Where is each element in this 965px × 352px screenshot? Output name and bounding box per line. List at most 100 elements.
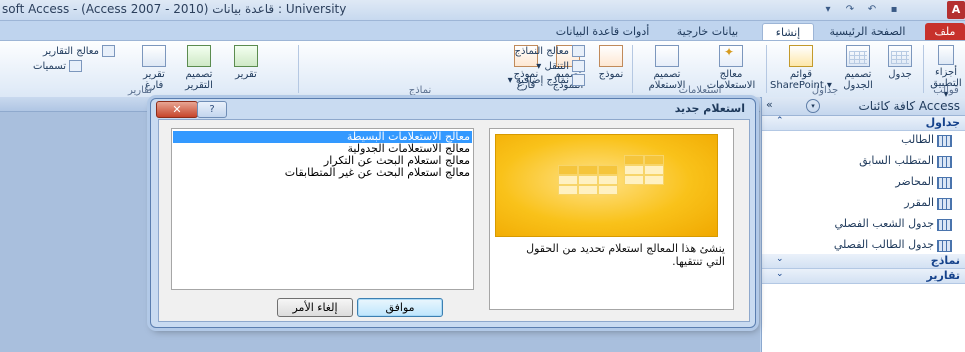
nav-table-item[interactable]: الطالب	[762, 131, 965, 149]
save-icon[interactable]: ▪	[886, 2, 902, 18]
nav-item-label: الطالب	[901, 133, 934, 146]
more-forms-button[interactable]: نماذج إضافية ▾	[508, 74, 585, 86]
report-design-label: تصميم التقرير	[185, 69, 213, 91]
redo-icon[interactable]: ↷	[842, 2, 858, 18]
group-separator	[632, 45, 633, 93]
preview-cell	[598, 175, 618, 185]
ribbon: أجزاء التطبيق ▾ قوالب جدول تصميم الجدول …	[0, 40, 965, 100]
nav-table-item[interactable]: جدول الشعب الفصلي	[762, 215, 965, 233]
navigation-button[interactable]: التنقل ▾	[536, 60, 585, 72]
table-button[interactable]: جدول	[880, 45, 920, 80]
group-queries-label: استعلامات	[678, 85, 722, 96]
group-tables-label: جداول	[811, 85, 839, 96]
query-wizard-list[interactable]: معالج الاستعلامات البسيطة معالج الاستعلا…	[171, 128, 474, 290]
preview-cell	[624, 165, 644, 175]
table-design-icon	[846, 45, 870, 67]
group-forms-label: نماذج	[408, 85, 432, 96]
reports-category[interactable]: تقارير ⌄	[762, 269, 965, 284]
report-design-button[interactable]: تصميم التقرير	[176, 45, 222, 91]
forms-category[interactable]: نماذج ⌄	[762, 254, 965, 269]
access-logo-icon[interactable]: A	[947, 1, 965, 19]
more-forms-label: نماذج إضافية ▾	[507, 75, 569, 86]
table-icon	[937, 156, 952, 168]
preview-cell	[578, 185, 598, 195]
report-wizard-button[interactable]: معالج التقارير	[43, 45, 115, 57]
collapse-tables-icon[interactable]: ⌃	[776, 116, 784, 126]
report-button[interactable]: تقرير	[226, 45, 266, 80]
group-separator	[766, 45, 767, 93]
table-icon	[888, 45, 912, 67]
form-wizard-icon	[572, 45, 585, 57]
nav-table-item[interactable]: جدول الطالب الفصلي	[762, 236, 965, 254]
nav-table-item[interactable]: المقرر	[762, 194, 965, 212]
tables-category-label: جداول	[925, 116, 960, 129]
expand-reports-icon[interactable]: ⌄	[776, 269, 784, 279]
expand-forms-icon[interactable]: ⌄	[776, 254, 784, 264]
preview-cell	[624, 155, 644, 165]
collapse-pane-icon[interactable]: «	[766, 98, 773, 111]
list-item[interactable]: معالج استعلام البحث عن غير المتطابقات	[173, 167, 472, 179]
more-forms-icon	[572, 74, 585, 86]
table-icon	[937, 219, 952, 231]
navigation-pane-title[interactable]: كافة كائنات Access	[858, 99, 960, 113]
ribbon-tabs: ملف الصفحة الرئيسية إنشاء بيانات خارجية …	[0, 20, 965, 41]
wizard-preview-image	[495, 134, 718, 237]
tables-category[interactable]: جداول ⌃	[762, 116, 965, 131]
blank-report-icon	[142, 45, 166, 67]
form-wizard-button[interactable]: معالج النماذج	[514, 45, 585, 57]
navigation-dropdown-icon[interactable]: ▾	[806, 99, 820, 113]
labels-button[interactable]: تسميات	[33, 60, 82, 72]
nav-table-item[interactable]: المحاضر	[762, 173, 965, 191]
preview-cell	[644, 175, 664, 185]
quick-access-toolbar: ▾ ↷ ↶ ▪	[820, 2, 965, 18]
query-wizard-icon	[719, 45, 743, 67]
undo-icon[interactable]: ↶	[864, 2, 880, 18]
report-wizard-icon	[102, 45, 115, 57]
tab-file[interactable]: ملف	[925, 23, 965, 40]
nav-item-label: جدول الطالب الفصلي	[833, 238, 934, 251]
reports-category-label: تقارير	[926, 269, 960, 282]
qat-more-icon[interactable]: ▾	[820, 2, 836, 18]
table-icon	[937, 240, 952, 252]
tab-home[interactable]: الصفحة الرئيسية	[815, 23, 920, 40]
table-icon	[937, 177, 952, 189]
ok-button[interactable]: موافق	[357, 298, 443, 317]
tab-database-tools[interactable]: أدوات قاعدة البيانات	[550, 23, 655, 40]
close-icon[interactable]: ✕	[156, 101, 198, 118]
preview-cell	[578, 175, 598, 185]
preview-cell	[644, 155, 664, 165]
navigation-icon	[572, 60, 585, 72]
group-separator	[298, 45, 299, 93]
report-label: تقرير	[235, 69, 257, 80]
preview-cell	[644, 165, 664, 175]
help-icon[interactable]: ?	[197, 101, 227, 118]
report-icon	[234, 45, 258, 67]
labels-icon	[69, 60, 82, 72]
title-bar: soft Access - (Access 2007 - 2010) قاعدة…	[0, 0, 965, 21]
nav-table-item[interactable]: المتطلب السابق	[762, 152, 965, 170]
forms-category-label: نماذج	[930, 254, 960, 267]
cancel-button[interactable]: إلغاء الأمر	[277, 298, 353, 317]
nav-item-label: المتطلب السابق	[859, 154, 934, 167]
dialog-title-bar[interactable]: استعلام جديد ✕ ?	[151, 99, 755, 119]
tab-external-data[interactable]: بيانات خارجية	[660, 23, 755, 40]
form-button[interactable]: نموذج	[592, 45, 630, 80]
report-wizard-label: معالج التقارير	[43, 46, 99, 57]
dialog-body: ينشئ هذا المعالج استعلام تحديد من الحقول…	[158, 119, 750, 322]
dialog-title: استعلام جديد	[674, 102, 745, 115]
sharepoint-lists-icon	[789, 45, 813, 67]
navigation-pane-header: كافة كائنات Access ▾ «	[762, 97, 965, 116]
nav-item-label: المقرر	[904, 196, 934, 209]
form-icon	[599, 45, 623, 67]
preview-cell	[558, 165, 578, 175]
nav-item-label: جدول الشعب الفصلي	[834, 217, 934, 230]
navigation-label: التنقل ▾	[536, 61, 569, 72]
new-query-dialog: استعلام جديد ✕ ? ينشئ هذا المعالج استعلا…	[150, 98, 756, 328]
query-design-icon	[655, 45, 679, 67]
wizard-preview-panel: ينشئ هذا المعالج استعلام تحديد من الحقول…	[489, 128, 734, 310]
navigation-pane: كافة كائنات Access ▾ « جداول ⌃ الطالب ال…	[761, 97, 965, 352]
group-separator	[923, 45, 924, 93]
application-parts-icon	[938, 45, 954, 65]
form-wizard-label: معالج النماذج	[514, 46, 570, 57]
tab-create[interactable]: إنشاء	[762, 23, 814, 41]
